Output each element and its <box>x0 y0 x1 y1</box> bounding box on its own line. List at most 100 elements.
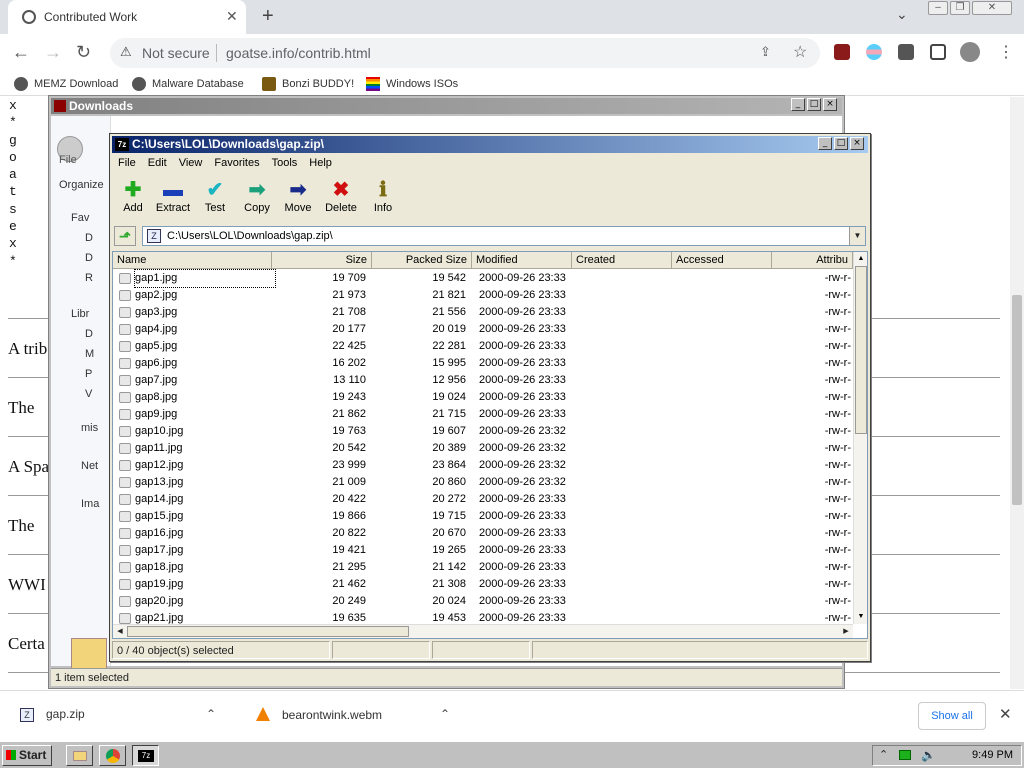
volume-icon[interactable]: 🔈 <box>921 748 936 762</box>
start-button[interactable]: Start <box>2 745 52 766</box>
nav-item[interactable]: D <box>85 232 93 244</box>
scroll-down-arrow-icon[interactable]: ▼ <box>855 611 867 623</box>
ublock-icon[interactable] <box>834 44 850 60</box>
menu-favorites[interactable]: Favorites <box>208 154 265 172</box>
file-list-hscrollbar[interactable]: ◀ ▶ <box>113 624 853 638</box>
scroll-left-arrow-icon[interactable]: ◀ <box>114 626 126 638</box>
column-created[interactable]: Created <box>572 252 672 269</box>
info-button[interactable]: ℹ Info <box>360 178 406 214</box>
maximize-button[interactable]: ❐ <box>950 1 970 15</box>
bookmark-windows-isos[interactable]: Windows ISOs <box>366 77 458 91</box>
chevron-up-icon[interactable]: ⌃ <box>440 707 450 721</box>
table-row[interactable]: gap15.jpg 19 866 19 715 2000-09-26 23:33 -rw… <box>113 508 853 525</box>
table-row[interactable]: gap16.jpg 20 822 20 670 2000-09-26 23:33 -rw… <box>113 525 853 542</box>
explorer-menu-file[interactable]: File <box>59 154 77 166</box>
scroll-right-arrow-icon[interactable]: ▶ <box>840 626 852 638</box>
sevenzip-address-box[interactable]: Z C:\Users\LOL\Downloads\gap.zip\ ▼ <box>142 226 866 246</box>
close-button[interactable]: × <box>823 98 837 111</box>
column-attributes[interactable]: Attribu <box>772 252 853 269</box>
page-scroll-thumb[interactable] <box>1012 295 1022 505</box>
forward-arrow-icon[interactable]: → <box>44 42 62 63</box>
column-name[interactable]: Name <box>113 252 272 269</box>
address-bar[interactable]: ⚠ Not secure goatse.info/contrib.html ⇪ … <box>110 38 820 68</box>
extract-button[interactable]: ▬ Extract <box>150 178 196 214</box>
chevron-up-icon[interactable]: ⌃ <box>206 707 216 721</box>
table-row[interactable]: gap6.jpg 16 202 15 995 2000-09-26 23:33 -rw-… <box>113 355 853 372</box>
flag-extension-icon[interactable] <box>866 44 882 60</box>
bookmark-memz[interactable]: MEMZ Download <box>14 77 118 91</box>
up-folder-icon[interactable]: ⬏ <box>114 226 136 246</box>
copy-button[interactable]: ➡ Copy <box>234 178 280 214</box>
menu-file[interactable]: File <box>112 154 142 172</box>
scroll-up-arrow-icon[interactable]: ▲ <box>855 253 867 265</box>
table-row[interactable]: gap20.jpg 20 249 20 024 2000-09-26 23:33 -rw… <box>113 593 853 610</box>
nav-favorites[interactable]: Fav <box>71 212 89 224</box>
show-all-button[interactable]: Show all <box>918 702 986 730</box>
chrome-taskbar-icon[interactable] <box>99 745 126 766</box>
minimize-button[interactable]: _ <box>818 137 832 150</box>
table-row[interactable]: gap10.jpg 19 763 19 607 2000-09-26 23:32 -rw… <box>113 423 853 440</box>
move-button[interactable]: ➡ Move <box>275 178 321 214</box>
close-window-button[interactable]: ✕ <box>972 1 1012 15</box>
column-modified[interactable]: Modified <box>472 252 572 269</box>
sevenzip-window[interactable]: 7z C:\Users\LOL\Downloads\gap.zip\ _ □ ×… <box>109 133 871 662</box>
dropdown-arrow-icon[interactable]: ▼ <box>849 227 865 245</box>
table-row[interactable]: gap19.jpg 21 462 21 308 2000-09-26 23:33 -rw… <box>113 576 853 593</box>
warning-triangle-icon[interactable]: ⚠ <box>120 44 132 60</box>
page-line[interactable]: The <box>8 516 34 536</box>
back-arrow-icon[interactable]: ← <box>12 42 30 63</box>
nav-network[interactable]: Net <box>81 460 98 472</box>
nav-libraries[interactable]: Libr <box>71 308 89 320</box>
side-panel-icon[interactable] <box>930 44 946 60</box>
sevenzip-taskbar-icon[interactable]: 7z <box>132 745 159 766</box>
puzzle-extensions-icon[interactable] <box>898 44 914 60</box>
column-accessed[interactable]: Accessed <box>672 252 772 269</box>
nav-item[interactable]: D <box>85 328 93 340</box>
download-item-webm[interactable]: bearontwink.webm <box>256 707 382 722</box>
share-icon[interactable]: ⇪ <box>760 44 771 60</box>
organize-button[interactable]: Organize <box>59 179 104 191</box>
table-row[interactable]: gap5.jpg 22 425 22 281 2000-09-26 23:33 -rw-… <box>113 338 853 355</box>
sevenzip-address-text[interactable]: C:\Users\LOL\Downloads\gap.zip\ <box>167 230 333 242</box>
menu-help[interactable]: Help <box>303 154 338 172</box>
sevenzip-titlebar[interactable]: 7z C:\Users\LOL\Downloads\gap.zip\ <box>112 136 868 153</box>
table-row[interactable]: gap12.jpg 23 999 23 864 2000-09-26 23:32 -rw… <box>113 457 853 474</box>
explorer-taskbar-icon[interactable] <box>66 745 93 766</box>
explorer-titlebar[interactable]: Downloads <box>51 98 842 114</box>
nav-item[interactable]: P <box>85 368 92 380</box>
not-secure-label[interactable]: Not secure <box>142 45 210 61</box>
tab-search-chevron-icon[interactable]: ⌄ <box>896 6 908 23</box>
close-shelf-icon[interactable]: ✕ <box>999 705 1012 723</box>
file-list-vscrollbar[interactable]: ▲ ▼ <box>853 252 867 624</box>
close-button[interactable]: × <box>850 137 864 150</box>
page-line[interactable]: Certa <box>8 634 45 654</box>
url-text[interactable]: goatse.info/contrib.html <box>226 45 371 61</box>
nav-item-selected[interactable]: mis <box>81 422 98 434</box>
nav-item[interactable]: V <box>85 388 92 400</box>
nav-item[interactable]: D <box>85 252 93 264</box>
test-button[interactable]: ✔ Test <box>192 178 238 214</box>
table-row[interactable]: gap14.jpg 20 422 20 272 2000-09-26 23:33 -rw… <box>113 491 853 508</box>
bookmark-bonzi-buddy[interactable]: Bonzi BUDDY! <box>262 77 354 91</box>
bookmark-malware-database[interactable]: Malware Database <box>132 77 244 91</box>
table-row[interactable]: gap4.jpg 20 177 20 019 2000-09-26 23:33 -rw-… <box>113 321 853 338</box>
tab-contributed-work[interactable]: Contributed Work ✕ <box>8 0 246 34</box>
menu-tools[interactable]: Tools <box>266 154 304 172</box>
page-line[interactable]: The <box>8 398 34 418</box>
table-row[interactable]: gap13.jpg 21 009 20 860 2000-09-26 23:32 -rw… <box>113 474 853 491</box>
profile-avatar-icon[interactable] <box>960 42 980 62</box>
hscroll-thumb[interactable] <box>127 626 409 637</box>
tab-close-icon[interactable]: ✕ <box>226 8 238 25</box>
menu-kebab-icon[interactable]: ⋮ <box>998 42 1014 62</box>
maximize-button[interactable]: □ <box>834 137 848 150</box>
menu-edit[interactable]: Edit <box>142 154 173 172</box>
clock[interactable]: 9:49 PM <box>972 749 1013 761</box>
table-row[interactable]: gap8.jpg 19 243 19 024 2000-09-26 23:33 -rw-… <box>113 389 853 406</box>
nav-item[interactable]: Ima <box>81 498 99 510</box>
bookmark-star-icon[interactable]: ☆ <box>793 42 807 62</box>
column-size[interactable]: Size <box>272 252 372 269</box>
table-row[interactable]: gap17.jpg 19 421 19 265 2000-09-26 23:33 -rw… <box>113 542 853 559</box>
table-row[interactable]: gap3.jpg 21 708 21 556 2000-09-26 23:33 -rw-… <box>113 304 853 321</box>
table-row[interactable]: gap7.jpg 13 110 12 956 2000-09-26 23:33 -rw-… <box>113 372 853 389</box>
page-line[interactable]: A trib <box>8 339 47 359</box>
